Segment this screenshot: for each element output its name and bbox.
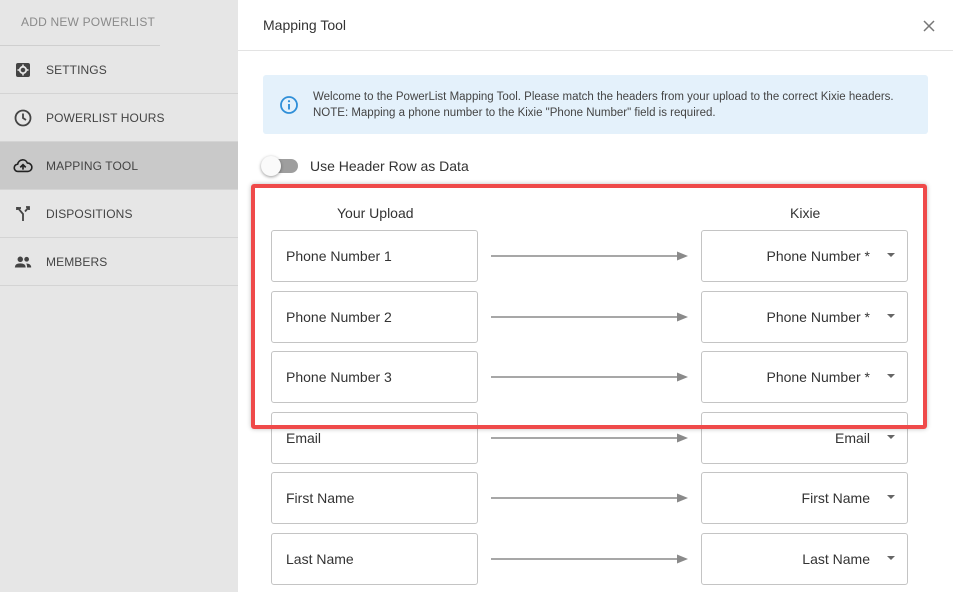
kixie-field-select[interactable]: Phone Number * xyxy=(701,351,908,403)
sidebar-item-label: MAPPING TOOL xyxy=(46,158,139,173)
select-value: Last Name xyxy=(802,551,870,567)
upload-header-field: Last Name xyxy=(271,533,478,585)
sidebar-item-dispositions[interactable]: DISPOSITIONS xyxy=(0,190,238,238)
sidebar-item-mapping-tool[interactable]: MAPPING TOOL xyxy=(0,142,238,190)
mapping-row: Last Name Last Name xyxy=(271,533,908,585)
caret-down-icon xyxy=(887,556,895,560)
sidebar-item-members[interactable]: MEMBERS xyxy=(0,238,238,286)
upload-header-field: Email xyxy=(271,412,478,464)
sidebar: ADD NEW POWERLIST SETTINGS POWERLIST HOU… xyxy=(0,0,238,592)
kixie-field-select[interactable]: Last Name xyxy=(701,533,908,585)
upload-header-field: First Name xyxy=(271,472,478,524)
arrow-right-icon xyxy=(491,312,688,322)
select-value: Email xyxy=(834,430,870,446)
gear-icon xyxy=(0,60,46,80)
upload-header-field: Phone Number 3 xyxy=(271,351,478,403)
sidebar-item-label: SETTINGS xyxy=(46,62,107,77)
header-row-toggle[interactable] xyxy=(261,156,298,176)
arrow-right-icon xyxy=(491,433,688,443)
mapping-row: Email Email xyxy=(271,412,908,464)
select-value: Phone Number * xyxy=(766,369,870,385)
modal-header: Mapping Tool xyxy=(238,0,953,51)
modal-title: Mapping Tool xyxy=(263,17,347,33)
select-value: Phone Number * xyxy=(766,309,870,325)
mapping-row: Phone Number 2 Phone Number * xyxy=(271,291,908,343)
sidebar-item-label: DISPOSITIONS xyxy=(46,206,133,221)
toggle-knob xyxy=(261,156,281,176)
arrow-right-icon xyxy=(491,372,688,382)
sidebar-item-label: POWERLIST HOURS xyxy=(46,110,165,125)
upload-header-field: Phone Number 2 xyxy=(271,291,478,343)
kixie-field-select[interactable]: First Name xyxy=(701,472,908,524)
close-icon[interactable] xyxy=(921,18,937,34)
caret-down-icon xyxy=(887,495,895,499)
kixie-field-select[interactable]: Phone Number * xyxy=(701,291,908,343)
info-banner: Welcome to the PowerList Mapping Tool. P… xyxy=(263,75,928,134)
mapping-row: First Name First Name xyxy=(271,472,908,524)
kixie-field-select[interactable]: Phone Number * xyxy=(701,230,908,282)
fork-icon xyxy=(0,204,46,224)
caret-down-icon xyxy=(887,314,895,318)
select-value: Phone Number * xyxy=(766,248,870,264)
sidebar-item-settings[interactable]: SETTINGS xyxy=(0,46,238,94)
column-header-your-upload: Your Upload xyxy=(337,205,414,221)
info-text: Welcome to the PowerList Mapping Tool. P… xyxy=(313,90,894,119)
kixie-field-select[interactable]: Email xyxy=(701,412,908,464)
mapping-row: Phone Number 3 Phone Number * xyxy=(271,351,908,403)
column-header-kixie: Kixie xyxy=(790,205,821,221)
caret-down-icon xyxy=(887,253,895,257)
caret-down-icon xyxy=(887,435,895,439)
select-value: First Name xyxy=(801,490,870,506)
caret-down-icon xyxy=(887,374,895,378)
sidebar-item-label: MEMBERS xyxy=(46,254,108,269)
info-icon xyxy=(280,95,298,114)
arrow-right-icon xyxy=(491,493,688,503)
people-icon xyxy=(0,252,46,272)
clock-icon xyxy=(0,108,46,128)
upload-header-field: Phone Number 1 xyxy=(271,230,478,282)
arrow-right-icon xyxy=(491,251,688,261)
cloud-upload-icon xyxy=(0,156,46,176)
header-row-toggle-row: Use Header Row as Data xyxy=(261,156,469,176)
arrow-right-icon xyxy=(491,554,688,564)
add-new-powerlist-link[interactable]: ADD NEW POWERLIST xyxy=(0,0,160,46)
toggle-label: Use Header Row as Data xyxy=(310,158,469,174)
mapping-tool-modal: Mapping Tool Welcome to the PowerList Ma… xyxy=(238,0,953,592)
sidebar-item-powerlist-hours[interactable]: POWERLIST HOURS xyxy=(0,94,238,142)
mapping-row: Phone Number 1 Phone Number * xyxy=(271,230,908,282)
